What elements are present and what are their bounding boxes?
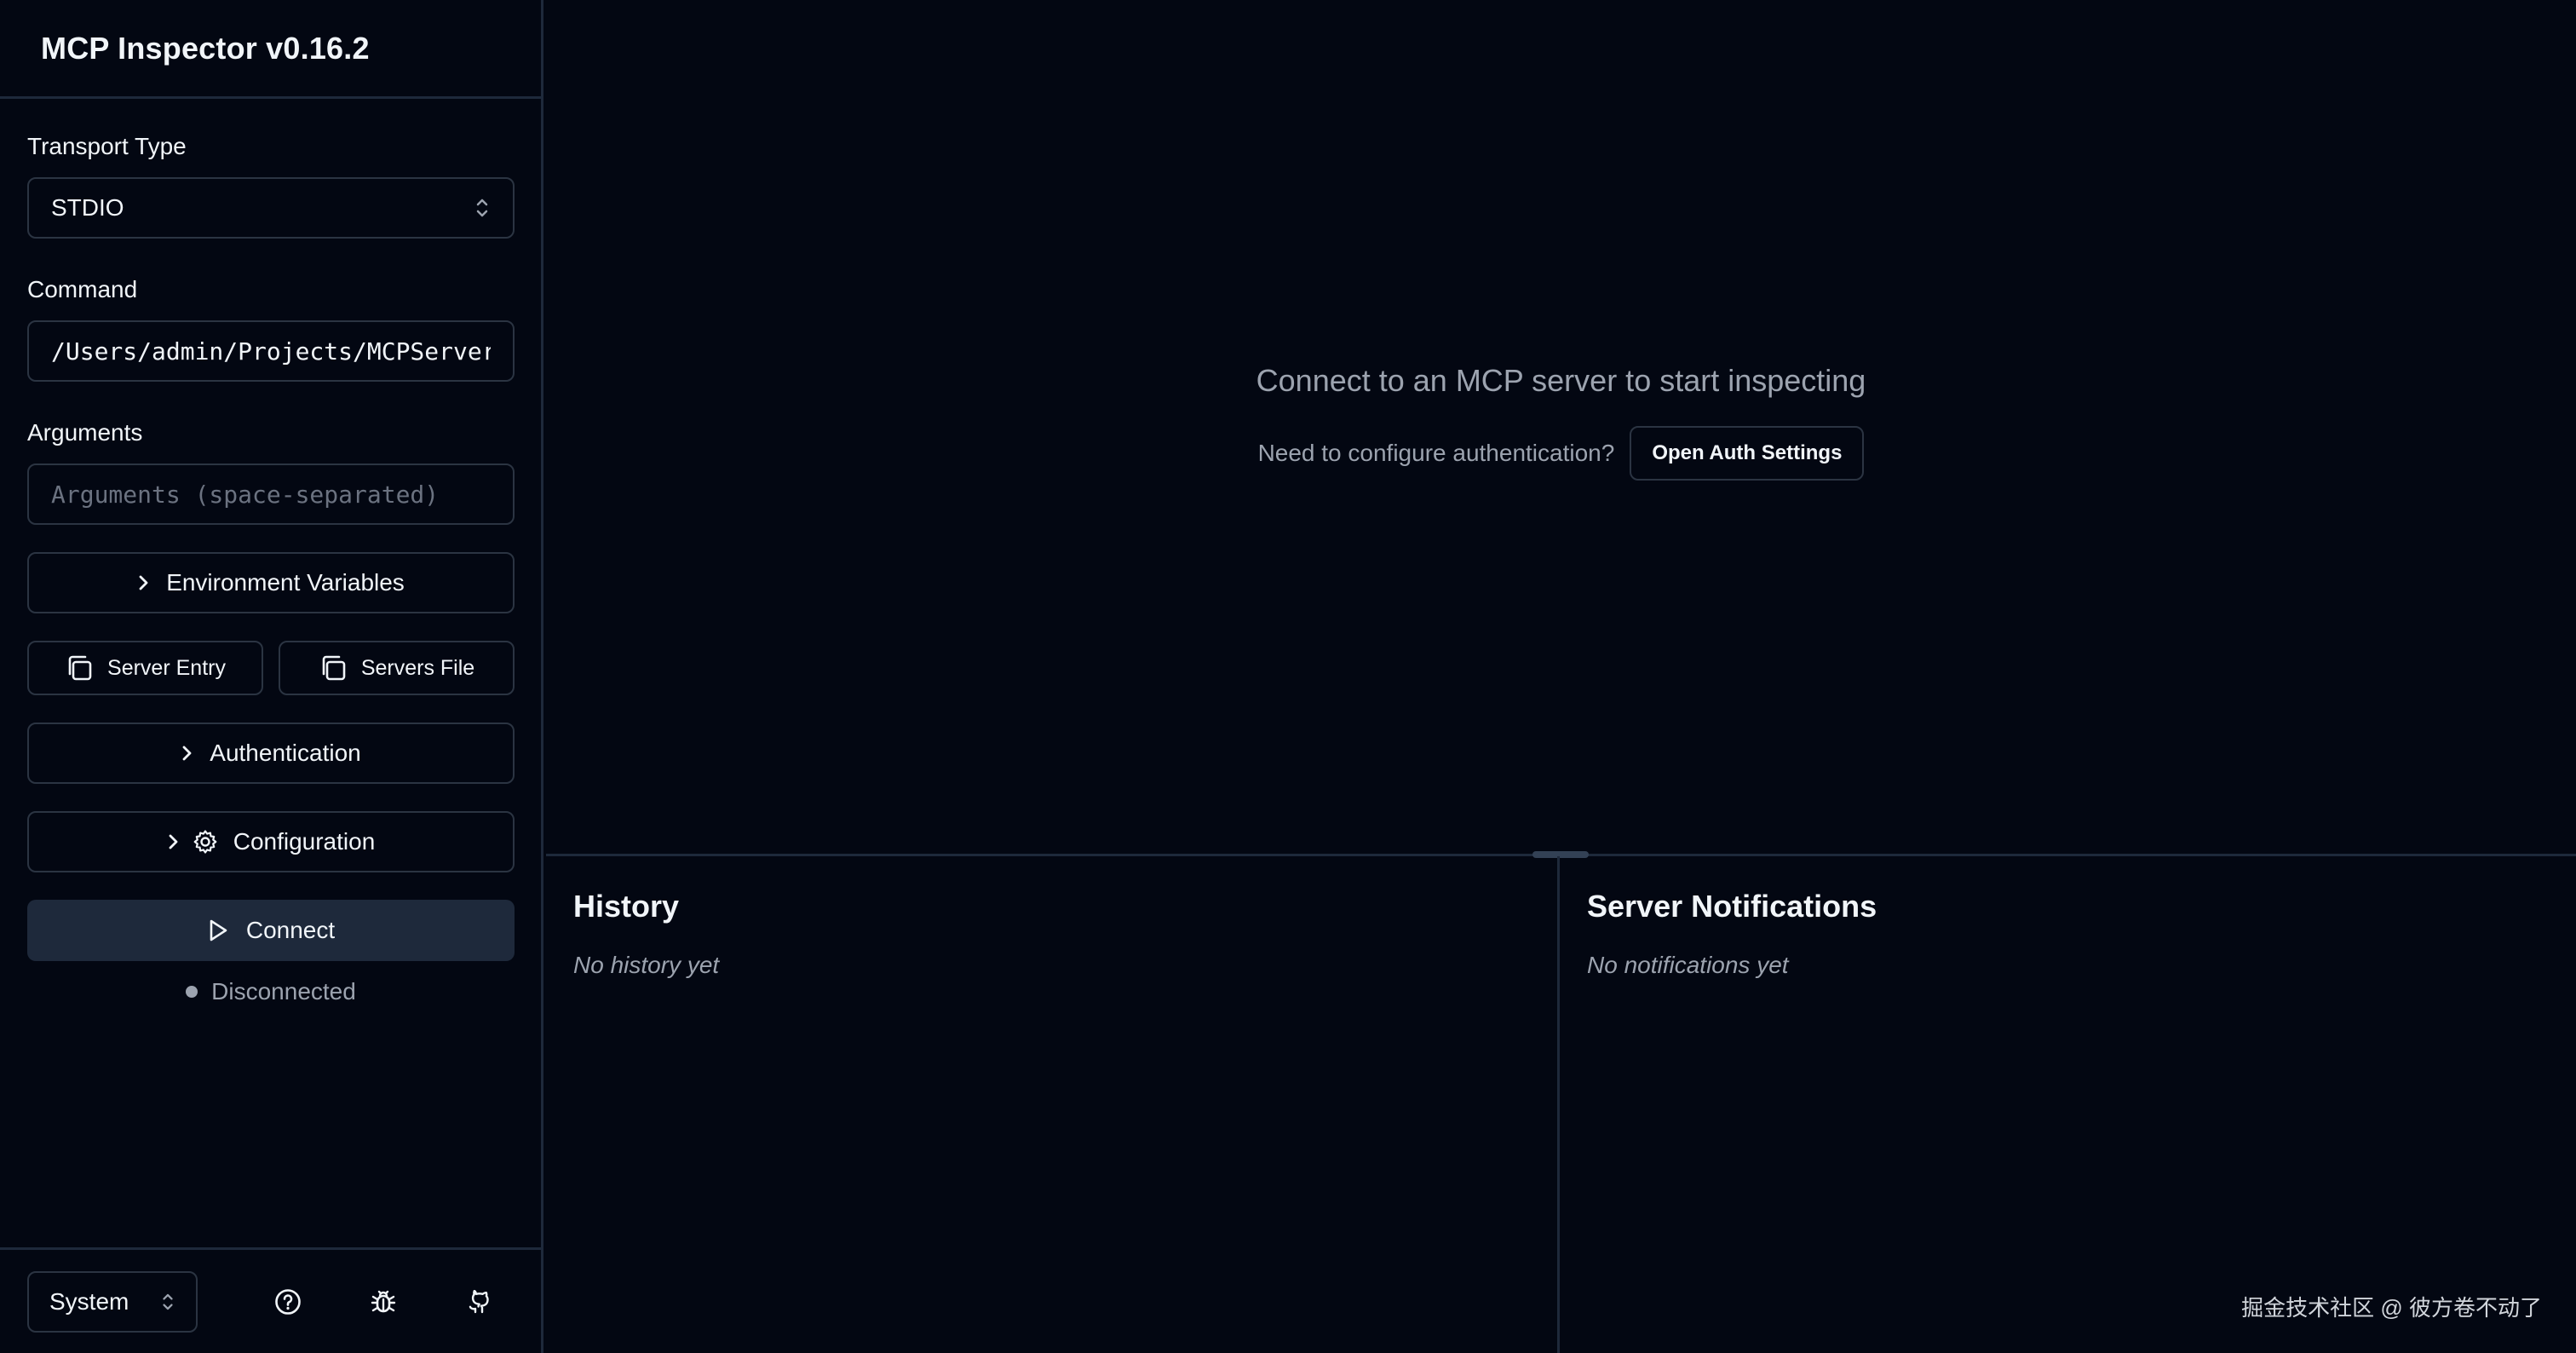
status-dot [186,986,198,998]
watermark: 掘金技术社区 @ 彼方卷不动了 [2241,1295,2542,1321]
server-notifications-title: Server Notifications [1587,889,1877,924]
copy-icon [68,655,92,681]
servers-file-button[interactable]: Servers File [279,641,515,695]
transport-type-select[interactable]: STDIO [27,177,515,239]
chevron-right-icon [169,834,178,849]
app-window: MCP Inspector v0.16.2 Transport Type STD… [0,0,2576,1353]
chevron-right-icon [182,746,192,761]
empty-state: Connect to an MCP server to start inspec… [546,0,2576,854]
command-label: Command [27,276,138,302]
connect-label: Connect [245,917,336,943]
configuration-button[interactable]: Configuration [27,811,515,872]
github-icon[interactable] [458,1281,499,1322]
authentication-button[interactable]: Authentication [27,723,515,784]
chevron-up-down-icon [163,1293,173,1310]
status-text: Disconnected [211,978,356,1005]
history-empty-text: No history yet [573,952,720,978]
connection-status: Disconnected [27,978,515,1005]
app-title: MCP Inspector v0.16.2 [41,30,370,66]
footer-icons [267,1281,499,1322]
command-input[interactable]: /Users/admin/Projects/MCPServer [27,320,515,382]
copy-config-row: Server Entry Servers File [27,641,515,695]
server-notifications-panel: Server Notifications No notifications ye… [1560,856,2576,1353]
sidebar-header: MCP Inspector v0.16.2 [0,0,541,99]
sidebar: MCP Inspector v0.16.2 Transport Type STD… [0,0,543,1353]
bottom-panels: History No history yet Server Notificati… [546,856,2576,1353]
copy-icon [322,655,346,681]
transport-type-label: Transport Type [27,133,187,159]
server-entry-label: Server Entry [107,655,226,680]
open-auth-settings-button[interactable]: Open Auth Settings [1630,426,1865,481]
configuration-label: Configuration [233,828,376,855]
bug-icon[interactable] [363,1281,404,1322]
chevron-right-icon [139,575,148,590]
chevron-up-down-icon [476,199,488,217]
connect-button[interactable]: Connect [27,900,515,961]
theme-value: System [49,1287,129,1315]
arguments-input[interactable]: Arguments (space-separated) [27,463,515,525]
sidebar-footer: System [0,1247,541,1353]
authentication-label: Authentication [210,740,361,766]
auth-prompt-row: Need to configure authentication? Open A… [1258,426,1865,481]
environment-variables-button[interactable]: Environment Variables [27,552,515,613]
history-panel: History No history yet [546,856,1560,1353]
servers-file-label: Servers File [360,655,475,680]
help-icon[interactable] [267,1281,308,1322]
theme-select[interactable]: System [27,1270,198,1333]
auth-prompt-text: Need to configure authentication? [1257,440,1615,466]
notifications-empty-text: No notifications yet [1587,952,1789,978]
arguments-placeholder: Arguments (space-separated) [51,480,440,509]
play-icon [210,919,227,941]
arguments-label: Arguments [27,419,143,446]
main-area: Connect to an MCP server to start inspec… [546,0,2576,1353]
empty-state-title: Connect to an MCP server to start inspec… [1256,363,1866,398]
transport-type-value: STDIO [51,194,124,221]
command-value: /Users/admin/Projects/MCPServer [51,337,491,366]
history-title: History [573,889,680,924]
environment-variables-label: Environment Variables [166,569,405,596]
gear-icon [193,830,217,854]
server-entry-button[interactable]: Server Entry [27,641,263,695]
connection-form: Transport Type STDIO Command /Users/admi… [0,99,541,1005]
